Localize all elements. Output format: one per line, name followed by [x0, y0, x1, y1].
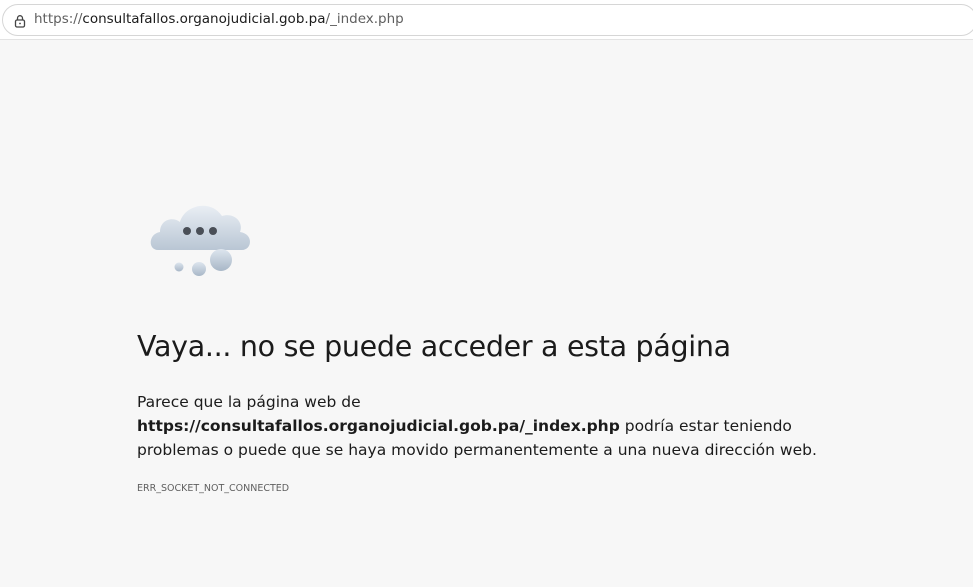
error-message-url: https://consultafallos.organojudicial.go…	[137, 417, 620, 435]
address-bar: https://consultafallos.organojudicial.go…	[0, 0, 973, 40]
url-field[interactable]: https://consultafallos.organojudicial.go…	[2, 4, 973, 36]
url-host: consultafallos.organojudicial.gob.pa	[82, 11, 326, 27]
error-message: Parece que la página web de https://cons…	[137, 390, 837, 462]
url-path: /_index.php	[325, 11, 404, 27]
error-code: ERR_SOCKET_NOT_CONNECTED	[137, 483, 290, 494]
cloud-thinking-icon	[146, 198, 256, 280]
url-text[interactable]: https://consultafallos.organojudicial.go…	[34, 11, 404, 27]
error-page: Vaya... no se puede acceder a esta págin…	[0, 40, 973, 587]
url-scheme: https://	[34, 11, 83, 27]
error-title: Vaya... no se puede acceder a esta págin…	[137, 330, 731, 363]
lock-icon[interactable]	[13, 13, 27, 28]
error-message-prefix: Parece que la página web de	[137, 393, 361, 411]
